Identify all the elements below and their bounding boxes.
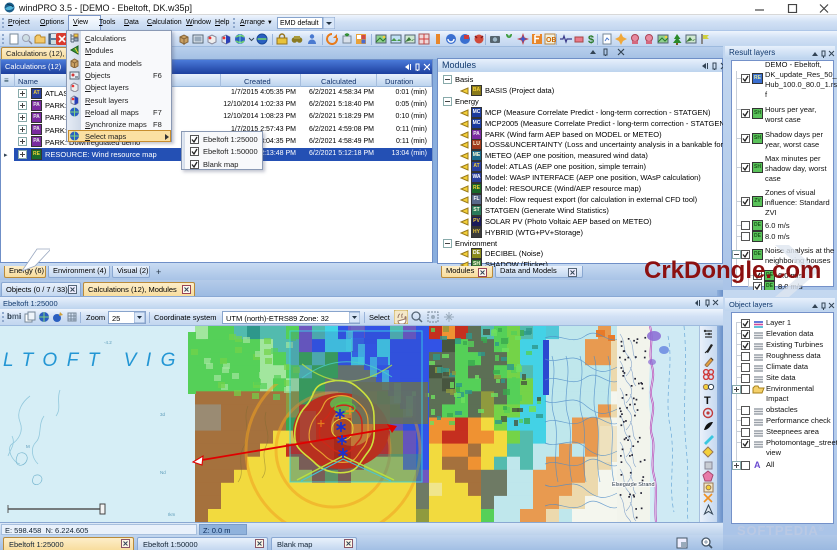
svg-text:LTOFT VIG: LTOFT VIG bbox=[3, 350, 185, 371]
svg-text:-4.2: -4.2 bbox=[104, 340, 112, 345]
svg-text:T: T bbox=[704, 395, 711, 406]
svg-text:Nd: Nd bbox=[160, 470, 166, 475]
svg-text:OB: OB bbox=[546, 37, 556, 44]
svg-text:Ikm: Ikm bbox=[168, 512, 176, 517]
svg-text:Elsegarde Strand: Elsegarde Strand bbox=[612, 482, 655, 488]
svg-text:3d: 3d bbox=[160, 412, 166, 417]
svg-text:M: M bbox=[26, 444, 30, 449]
svg-text:$: $ bbox=[588, 34, 594, 45]
